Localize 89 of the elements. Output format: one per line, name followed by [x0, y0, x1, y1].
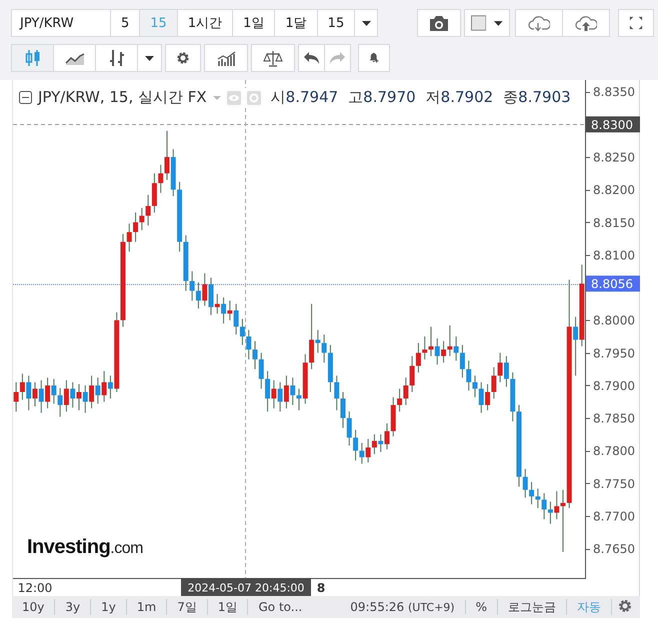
tick-mark	[584, 516, 590, 517]
ref-line-label: 8.8300	[591, 118, 633, 132]
price-axis-label: 8.7950	[593, 346, 635, 360]
fullscreen-icon	[629, 15, 643, 31]
eye-icon	[226, 90, 241, 104]
tick-mark	[584, 190, 590, 191]
gear-icon	[246, 90, 261, 104]
settings-button[interactable]	[165, 44, 201, 72]
last-price-price-label: 8.8056	[586, 276, 640, 292]
scale-option[interactable]: %	[466, 599, 498, 615]
range-button[interactable]: 1y	[91, 599, 127, 615]
interval-tab[interactable]: 1일	[232, 9, 276, 37]
screenshot-button[interactable]	[417, 9, 461, 37]
color-swatch-icon	[471, 15, 486, 31]
indicators-icon	[216, 50, 236, 66]
interval-tab[interactable]: 1시간	[176, 9, 234, 37]
undo-icon	[303, 51, 320, 65]
cloud-upload-button[interactable]	[562, 9, 610, 37]
time-axis-label: 12:00	[18, 581, 52, 595]
price-axis-label: 8.8100	[593, 248, 635, 262]
price-axis-label: 8.8150	[593, 216, 635, 230]
time-axis-label: 8	[316, 581, 326, 595]
ohlc-bars-icon	[108, 49, 124, 67]
chart-type-button[interactable]	[53, 44, 96, 72]
range-button[interactable]: 7일	[167, 599, 208, 615]
range-button[interactable]: Go to...	[248, 599, 312, 615]
tick-mark	[584, 157, 590, 158]
add-alert-button[interactable]	[358, 44, 390, 72]
cloud-download-icon	[528, 14, 550, 32]
price-axis-label: 8.7900	[593, 378, 635, 393]
price-axis-label: 8.7750	[593, 476, 635, 491]
caret-icon	[212, 96, 221, 100]
legend-value: 고8.7970	[348, 88, 416, 107]
scale-option[interactable]: 로그눈금	[498, 599, 567, 615]
tick-mark	[584, 385, 590, 386]
color-button[interactable]	[464, 9, 510, 37]
symbol-field[interactable]: JPY/KRW	[11, 9, 111, 37]
candlestick-icon	[24, 49, 40, 67]
dropdown-button[interactable]	[137, 44, 162, 72]
legend-value: 종8.7903	[503, 88, 571, 107]
camera-icon	[429, 14, 449, 32]
price-axis-label: 8.7700	[593, 510, 635, 524]
cloud-download-button[interactable]	[515, 9, 563, 37]
tick-mark	[584, 549, 590, 550]
logo: Investing.com	[27, 536, 143, 559]
crosshair-time-label: 2024-05-07 20:45:00	[181, 578, 311, 596]
price-axis-label: 8.7850	[593, 412, 635, 426]
price-axis-label: 8.7800	[593, 444, 635, 458]
chart-type-button[interactable]	[95, 44, 138, 72]
caret-icon	[362, 20, 371, 26]
tick-mark	[584, 255, 590, 256]
range-button[interactable]: 10y	[12, 599, 56, 615]
indicators-button[interactable]	[204, 44, 248, 72]
interval-dropdown[interactable]: 15	[316, 9, 356, 37]
settings-icon	[618, 599, 632, 613]
fullscreen-button[interactable]	[618, 9, 654, 37]
interval-tab[interactable]: 5	[110, 9, 140, 37]
cloud-upload-icon	[575, 14, 597, 32]
tick-mark	[584, 320, 590, 321]
legend-value: 저8.7902	[426, 88, 494, 107]
caret-icon	[145, 56, 154, 60]
tick-mark	[584, 92, 590, 93]
undo-button[interactable]	[298, 44, 325, 72]
price-axis-label: 8.8200	[593, 183, 635, 198]
redo-icon	[329, 51, 346, 65]
tick-mark	[584, 418, 590, 419]
crosshair-price-label: 8.8300	[586, 116, 640, 132]
price-axis-label: 8.8250	[593, 150, 635, 165]
price-axis-label: 8.8350	[593, 85, 635, 100]
price-axis-label: 8.8000	[593, 314, 635, 328]
tick-mark	[584, 222, 590, 223]
range-button[interactable]: 3y	[55, 599, 92, 615]
ref-line-label: 8.8056	[591, 277, 633, 292]
range-button[interactable]: 1m	[126, 599, 168, 615]
caret-icon	[494, 20, 503, 26]
range-button[interactable]: 1일	[208, 599, 248, 615]
tick-mark	[584, 451, 590, 452]
price-axis-label: 8.7650	[593, 542, 635, 556]
legend-title: JPY/KRW, 15, 실시간 FX	[38, 88, 207, 107]
area-chart-icon	[64, 50, 84, 66]
clock: 09:55:26 (UTC+9)	[340, 600, 466, 614]
interval-tab[interactable]: 1달	[274, 9, 318, 37]
legend-value: 시8.7947	[270, 88, 338, 107]
dropdown-button[interactable]	[354, 9, 378, 37]
scales-icon	[263, 50, 283, 66]
tick-mark	[584, 353, 590, 354]
tick-mark	[584, 483, 590, 484]
collapse-icon	[19, 91, 32, 104]
compare-button[interactable]	[251, 44, 295, 72]
